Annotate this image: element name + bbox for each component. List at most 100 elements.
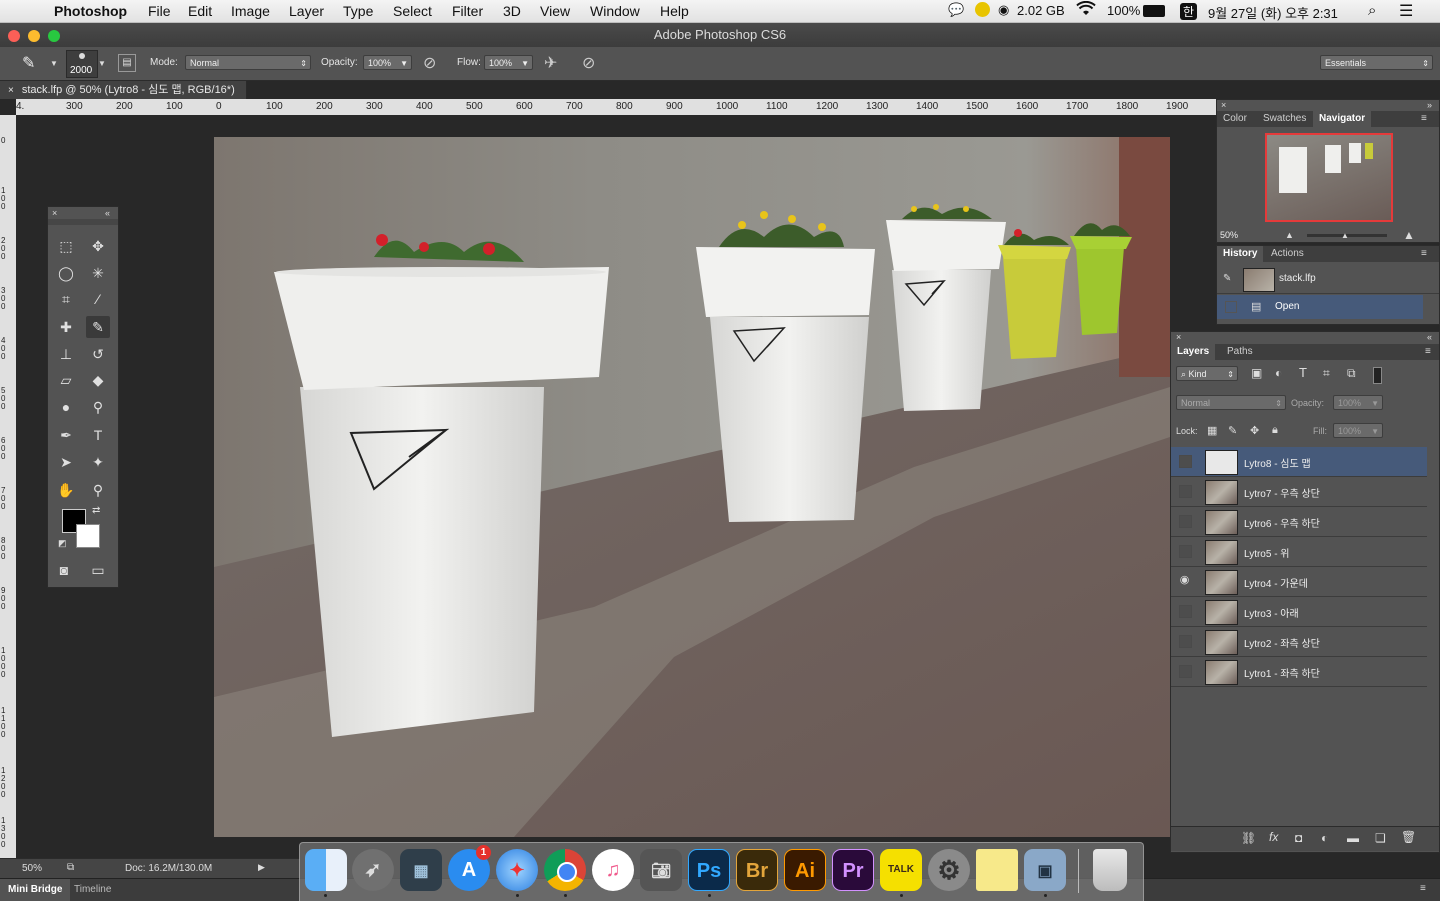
collapse-panel-icon[interactable]: « bbox=[105, 208, 110, 218]
menu-filter[interactable]: Filter bbox=[452, 3, 483, 19]
close-panel-icon[interactable]: × bbox=[1176, 332, 1181, 342]
layer-name[interactable]: Lytro5 - 위 bbox=[1244, 545, 1290, 560]
link-layers-icon[interactable]: ⛓ bbox=[1241, 831, 1256, 845]
filter-smart-object-icon[interactable]: ⧉ bbox=[1347, 366, 1356, 381]
panel-menu-icon[interactable]: ≡ bbox=[1420, 883, 1426, 894]
tab-color[interactable]: Color bbox=[1217, 111, 1253, 127]
clone-stamp-tool-icon[interactable]: ⊥ bbox=[54, 343, 78, 365]
close-panel-icon[interactable]: × bbox=[52, 208, 57, 218]
background-color-swatch[interactable] bbox=[76, 524, 100, 548]
blend-mode-select[interactable]: Normal ⇕ bbox=[1176, 395, 1286, 410]
history-snapshot-row[interactable]: ✎ stack.lfp bbox=[1217, 265, 1439, 294]
new-adjustment-layer-icon[interactable]: ◐ bbox=[1321, 831, 1328, 845]
document-canvas-image[interactable] bbox=[214, 137, 1170, 837]
minimize-window-button[interactable] bbox=[28, 30, 40, 42]
close-tab-icon[interactable]: × bbox=[8, 85, 14, 96]
layer-row[interactable]: Lytro7 - 우측 상단 bbox=[1171, 477, 1427, 507]
status-preview-icon[interactable]: ⧉ bbox=[67, 862, 74, 873]
messages-icon[interactable]: 💬 bbox=[948, 2, 964, 18]
spotlight-icon[interactable]: ⌕ bbox=[1368, 2, 1376, 19]
quick-mask-icon[interactable]: ◙ bbox=[52, 559, 76, 581]
layer-style-icon[interactable]: fx bbox=[1269, 830, 1278, 844]
battery-icon[interactable] bbox=[1143, 5, 1165, 17]
layer-filter-kind-select[interactable]: ⌕ Kind ⇕ bbox=[1176, 366, 1238, 381]
dock-image-capture-icon[interactable]: 📷︎ bbox=[640, 849, 682, 891]
layer-row[interactable]: Lytro1 - 좌측 하단 bbox=[1171, 657, 1427, 687]
tab-layers[interactable]: Layers bbox=[1171, 344, 1216, 360]
panel-menu-icon[interactable]: ≡ bbox=[1421, 248, 1427, 259]
close-window-button[interactable] bbox=[8, 30, 20, 42]
blur-tool-icon[interactable]: ● bbox=[54, 396, 78, 418]
tab-timeline[interactable]: Timeline bbox=[74, 879, 111, 901]
menu-image[interactable]: Image bbox=[231, 3, 270, 19]
workspace-select[interactable]: Essentials ⇕ bbox=[1320, 55, 1433, 70]
brush-tool-preset-icon[interactable]: ✎ bbox=[22, 53, 35, 73]
history-brush-tool-icon[interactable]: ↺ bbox=[86, 343, 110, 365]
chevron-down-icon[interactable]: ▼ bbox=[400, 56, 408, 71]
swap-colors-icon[interactable]: ⇄ bbox=[92, 505, 100, 516]
screen-mode-icon[interactable]: ▭ bbox=[86, 559, 110, 581]
close-panel-icon[interactable]: × bbox=[1221, 100, 1226, 110]
panel-menu-icon[interactable]: ≡ bbox=[1421, 113, 1427, 124]
tab-swatches[interactable]: Swatches bbox=[1257, 111, 1312, 127]
default-colors-icon[interactable]: ◩ bbox=[58, 538, 67, 549]
document-tab[interactable]: × stack.lfp @ 50% (Lytro8 - 심도 맵, RGB/16*… bbox=[0, 81, 247, 99]
layer-name[interactable]: Lytro4 - 가운데 bbox=[1244, 575, 1308, 590]
chevron-down-icon[interactable]: ▼ bbox=[1371, 396, 1379, 411]
filter-toggle-switch[interactable] bbox=[1373, 367, 1382, 384]
menu-3d[interactable]: 3D bbox=[503, 3, 521, 19]
layer-visibility-toggle[interactable] bbox=[1179, 485, 1192, 498]
dock-system-preferences-icon[interactable]: ⚙ bbox=[928, 849, 970, 891]
navigator-zoom-slider[interactable]: ▲ bbox=[1307, 231, 1387, 240]
new-group-icon[interactable]: ▬ bbox=[1347, 831, 1359, 845]
menu-help[interactable]: Help bbox=[660, 3, 689, 19]
shape-tool-icon[interactable]: ✦ bbox=[86, 451, 110, 473]
history-brush-source-box[interactable] bbox=[1225, 301, 1237, 313]
tab-navigator[interactable]: Navigator bbox=[1313, 111, 1372, 127]
dock-app-store-icon[interactable]: A 1 bbox=[448, 845, 491, 891]
dock-stickies-icon[interactable] bbox=[976, 849, 1018, 891]
navigator-zoom[interactable]: 50% bbox=[1220, 230, 1238, 240]
layer-name[interactable]: Lytro7 - 우측 상단 bbox=[1244, 485, 1320, 500]
paint-bucket-tool-icon[interactable]: ◆ bbox=[86, 369, 110, 391]
layer-visibility-toggle[interactable] bbox=[1179, 665, 1192, 678]
dock-premiere-icon[interactable]: Pr bbox=[832, 849, 874, 891]
skype-icon[interactable] bbox=[975, 2, 990, 17]
layer-row[interactable]: Lytro6 - 우측 하단 bbox=[1171, 507, 1427, 537]
move-tool-icon[interactable]: ✥ bbox=[86, 235, 110, 257]
dock-safari-icon[interactable]: ✦ bbox=[496, 849, 538, 891]
menu-file[interactable]: File bbox=[148, 3, 171, 19]
menu-select[interactable]: Select bbox=[393, 3, 432, 19]
layer-visibility-toggle[interactable] bbox=[1179, 605, 1192, 618]
eye-icon[interactable]: ◉ bbox=[1179, 575, 1190, 586]
pressure-size-icon[interactable]: ⊘ bbox=[582, 53, 595, 73]
memory-usage[interactable]: 2.02 GB bbox=[1017, 3, 1065, 18]
menu-edit[interactable]: Edit bbox=[188, 3, 212, 19]
brush-picker-arrow-icon[interactable]: ▼ bbox=[98, 59, 106, 68]
clock[interactable]: 9월 27일 (화) 오후 2:31 bbox=[1208, 3, 1338, 22]
horizontal-ruler[interactable]: 4. 300 200 100 0 100 200 300 400 500 600… bbox=[16, 99, 1216, 115]
chevron-down-icon[interactable]: ▼ bbox=[50, 59, 58, 68]
zoom-level[interactable]: 50% bbox=[22, 863, 42, 874]
dock-photoshop-icon[interactable]: Ps bbox=[688, 849, 730, 891]
brush-tool-icon[interactable]: ✎ bbox=[86, 316, 110, 338]
lasso-tool-icon[interactable]: ◯ bbox=[54, 262, 78, 284]
dodge-tool-icon[interactable]: ⚲ bbox=[86, 396, 110, 418]
layer-name[interactable]: Lytro3 - 아래 bbox=[1244, 605, 1299, 620]
pressure-opacity-icon[interactable]: ⊘ bbox=[423, 53, 436, 73]
slider-thumb-icon[interactable]: ▲ bbox=[1341, 231, 1349, 240]
filter-shape-icon[interactable]: ⌗ bbox=[1323, 366, 1330, 381]
opacity-field[interactable]: 100% ▼ bbox=[363, 55, 412, 70]
delete-layer-icon[interactable]: 🗑︎ bbox=[1401, 830, 1416, 844]
status-menu-arrow-icon[interactable]: ▶ bbox=[258, 862, 265, 873]
layer-row[interactable]: ◉ Lytro4 - 가운데 bbox=[1171, 567, 1427, 597]
notification-center-icon[interactable]: ☰ bbox=[1399, 1, 1413, 21]
layer-fill-field[interactable]: 100% ▼ bbox=[1333, 423, 1383, 438]
lock-transparent-icon[interactable]: ▦ bbox=[1207, 424, 1217, 437]
brush-picker[interactable]: 2000 bbox=[66, 50, 98, 78]
memory-monitor-icon[interactable]: ◉ bbox=[998, 2, 1009, 18]
filter-adjustment-icon[interactable]: ◐ bbox=[1275, 366, 1282, 380]
zoom-window-button[interactable] bbox=[48, 30, 60, 42]
input-method[interactable]: 한 bbox=[1180, 3, 1198, 20]
lock-all-icon[interactable]: 🔒︎ bbox=[1272, 424, 1278, 437]
